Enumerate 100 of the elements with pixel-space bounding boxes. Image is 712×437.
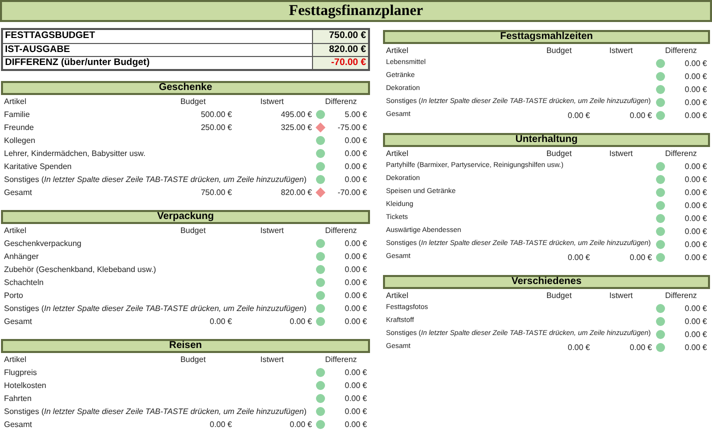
difference-cell-text: 0.00 €	[684, 96, 708, 108]
difference-cell-text: 0.00 €	[684, 110, 708, 122]
item-cell-text: Fahrten	[3, 392, 33, 404]
column-header: Budget	[545, 148, 573, 160]
column-header: Differenz	[664, 148, 698, 160]
difference-cell-text: 0.00 €	[344, 160, 368, 172]
difference-cell-text: 0.00 €	[684, 342, 708, 354]
section-header: Verpackung	[1, 210, 370, 224]
item-cell-text: Anhänger	[3, 250, 40, 262]
column-header: Budget	[179, 354, 207, 366]
difference-cell-text: 0.00 €	[684, 174, 708, 186]
summary-label: FESTTAGSBUDGET	[4, 30, 96, 43]
difference-cell-text: 0.00 €	[344, 380, 368, 392]
section-header: Reisen	[1, 339, 370, 353]
column-header: Istwert	[259, 354, 285, 366]
difference-cell-text: 0.00 €	[684, 252, 708, 264]
item-cell-text: Lehrer, Kindermädchen, Babysitter usw.	[3, 148, 146, 160]
item-cell-text: Schachteln	[3, 276, 45, 288]
column-header: Istwert	[259, 96, 285, 108]
difference-cell-text: 0.00 €	[684, 70, 708, 82]
difference-cell-text: 0.00 €	[344, 392, 368, 404]
summary-value: 820.00 €	[312, 44, 368, 56]
budget-cell-text: 250.00 €	[200, 122, 232, 134]
actual-cell-text: 0.00 €	[628, 110, 652, 122]
item-cell-text: Sonstiges (In letzter Spalte dieser Zeile TAB-TASTE drücken, um Zeile hinzuzufügen)	[3, 406, 308, 418]
difference-cell-text: 0.00 €	[684, 84, 708, 96]
actual-cell-text: 0.00 €	[628, 252, 652, 264]
column-header: Budget	[545, 44, 573, 56]
actual-cell-text: 0.00 €	[288, 418, 312, 430]
item-cell-text: Zubehör (Geschenkband, Klebeband usw.)	[3, 264, 158, 276]
difference-cell-text: 0.00 €	[344, 250, 368, 262]
column-header: Istwert	[259, 224, 285, 236]
item-cell-text: Hotelkosten	[3, 380, 48, 392]
column-header: Budget	[179, 96, 207, 108]
difference-cell-text: -70.00 €	[336, 186, 368, 198]
column-header: Istwert	[608, 44, 634, 56]
actual-cell-text: 820.00 €	[280, 186, 312, 198]
difference-cell-text: 0.00 €	[344, 302, 368, 314]
difference-cell-text: 0.00 €	[684, 302, 708, 314]
item-cell-text: Kollegen	[3, 134, 36, 146]
column-header: Artikel	[3, 354, 28, 366]
difference-cell-text: 0.00 €	[344, 290, 368, 302]
section-header: Geschenke	[1, 81, 370, 95]
section-header: Verschiedenes	[383, 275, 710, 289]
actual-cell-text: 0.00 €	[628, 342, 652, 354]
difference-cell-text: 0.00 €	[684, 328, 708, 340]
actual-cell-text: 325.00 €	[280, 122, 312, 134]
column-header: Budget	[179, 224, 207, 236]
actual-cell-text: 0.00 €	[288, 316, 312, 328]
column-header: Artikel	[385, 148, 410, 160]
difference-cell-text: 0.00 €	[344, 316, 368, 328]
summary-value: 750.00 €	[312, 30, 368, 43]
budget-cell-text: 0.00 €	[566, 342, 590, 354]
difference-cell-text: 5.00 €	[344, 108, 368, 120]
difference-cell-text: 0.00 €	[344, 366, 368, 378]
budget-cell-text: 750.00 €	[200, 186, 232, 198]
difference-cell-text: 0.00 €	[344, 276, 368, 288]
difference-cell-text: 0.00 €	[684, 212, 708, 224]
item-cell-text: Gesamt	[3, 316, 34, 328]
budget-cell-text: 0.00 €	[566, 110, 590, 122]
item-cell-text: Karitative Spenden	[3, 160, 73, 172]
difference-cell-text: 0.00 €	[344, 238, 368, 250]
item-cell-text: Geschenkverpackung	[3, 238, 82, 250]
column-header: Differenz	[324, 96, 358, 108]
column-header: Artikel	[385, 290, 410, 302]
difference-cell-text: 0.00 €	[344, 134, 368, 146]
item-cell-text: Sonstiges (In letzter Spalte dieser Zeile TAB-TASTE drücken, um Zeile hinzuzufügen)	[3, 302, 308, 314]
item-cell-text: Freunde	[3, 122, 35, 134]
column-header: Budget	[545, 290, 573, 302]
actual-cell-text: 495.00 €	[280, 108, 312, 120]
budget-cell-text: 0.00 €	[208, 418, 232, 430]
column-header: Differenz	[664, 290, 698, 302]
difference-cell-text: 0.00 €	[344, 148, 368, 160]
difference-cell-text: 0.00 €	[344, 174, 368, 186]
difference-cell-text: 0.00 €	[684, 160, 708, 172]
budget-cell-text: 0.00 €	[208, 316, 232, 328]
column-header: Istwert	[608, 290, 634, 302]
item-cell-text: Gesamt	[3, 186, 34, 198]
column-header: Artikel	[385, 44, 410, 56]
difference-cell-text: -75.00 €	[336, 122, 368, 134]
item-cell-text: Porto	[3, 290, 24, 302]
column-header: Istwert	[608, 148, 634, 160]
column-header: Differenz	[664, 44, 698, 56]
summary-label: IST-AUSGABE	[4, 44, 71, 56]
column-header: Differenz	[324, 354, 358, 366]
difference-cell-text: 0.00 €	[684, 238, 708, 250]
budget-cell-text: 500.00 €	[200, 108, 232, 120]
difference-cell-text: 0.00 €	[684, 226, 708, 238]
difference-cell-text: 0.00 €	[344, 406, 368, 418]
section-header: Festtagsmahlzeiten	[383, 30, 710, 44]
summary-value: -70.00 €	[312, 57, 368, 69]
difference-cell-text: 0.00 €	[684, 58, 708, 70]
budget-cell-text: 0.00 €	[566, 252, 590, 264]
summary-label: DIFFERENZ (über/unter Budget)	[4, 57, 151, 69]
item-cell-text: Flugpreis	[3, 366, 38, 378]
section-header: Unterhaltung	[383, 133, 710, 147]
item-cell-text: Familie	[3, 108, 31, 120]
difference-cell-text: 0.00 €	[684, 186, 708, 198]
difference-cell-text: 0.00 €	[684, 316, 708, 328]
column-header: Differenz	[324, 224, 358, 236]
